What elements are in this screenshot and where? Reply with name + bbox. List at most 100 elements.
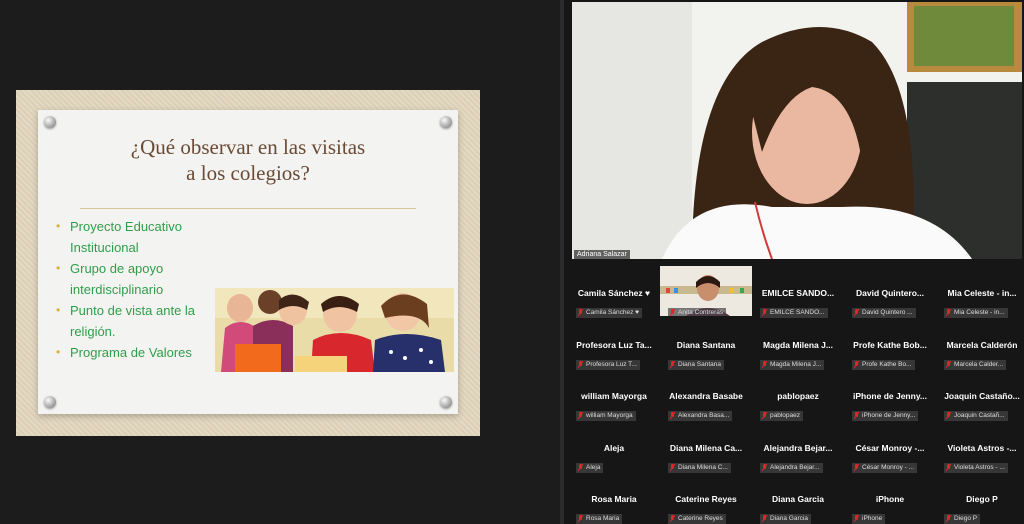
participant-tile[interactable]: EMILCE SANDO... EMILCE SANDO...: [752, 266, 844, 318]
participant-label: Camila Sánchez ♥: [576, 308, 642, 318]
participant-label-text: EMILCE SANDO...: [770, 309, 825, 316]
participant-name: Diego P: [966, 494, 998, 504]
slide-title-line: a los colegios?: [186, 161, 310, 185]
participant-tile[interactable]: Mia Celeste - in... Mia Celeste - in...: [936, 266, 1024, 318]
participant-name: Camila Sánchez ♥: [577, 288, 651, 298]
participant-tile[interactable]: iPhone iPhone: [844, 472, 936, 524]
bullet-item: • Punto de vista ante la religión.: [56, 300, 220, 342]
muted-mic-icon: [578, 515, 583, 523]
participant-name: iPhone: [875, 494, 905, 504]
muted-mic-icon: [946, 463, 951, 471]
participant-label-text: Diana Santana: [678, 360, 722, 368]
muted-mic-icon: [578, 309, 583, 317]
participant-label-text: Marcela Calder...: [954, 360, 1004, 368]
participant-tile[interactable]: Caterine Reyes Caterine Reyes: [660, 472, 752, 524]
participant-label: Diana Santana: [668, 359, 725, 370]
participant-label-text: pablopaez: [770, 412, 800, 419]
participant-label-text: Alexandra Basa...: [678, 412, 730, 419]
participant-label: David Quintero ...: [852, 308, 916, 318]
slide-title: ¿Qué observar en las visitas a los coleg…: [78, 134, 418, 186]
bullet-dot-icon: •: [56, 345, 61, 359]
participant-label-text: william Mayorga: [586, 412, 633, 419]
muted-mic-icon: [670, 309, 675, 316]
participant-label: pablopaez: [760, 411, 803, 421]
muted-mic-icon: [762, 309, 767, 317]
participant-label: iPhone: [852, 514, 886, 524]
participant-tile[interactable]: Violeta Astros -... Violeta Astros - ...: [936, 421, 1024, 473]
participant-tile[interactable]: Alejandra Bejar... Alejandra Bejar...: [752, 421, 844, 473]
gallery-pane: Adriana Salazar Camila Sánchez ♥ Camila S…: [564, 0, 1024, 524]
participant-name: Profe Kathe Bob...: [853, 339, 927, 350]
participant-label: EMILCE SANDO...: [760, 308, 828, 318]
participant-label-text: Profesora Luz T...: [586, 360, 637, 368]
participant-tile[interactable]: Diego P Diego P: [936, 472, 1024, 524]
participant-tile[interactable]: william Mayorga william Mayorga: [568, 369, 660, 421]
participant-label-text: David Quintero ...: [862, 309, 913, 316]
participant-name: Caterine Reyes: [675, 494, 737, 504]
participant-label: Magda Milena J...: [760, 359, 825, 370]
participant-tile[interactable]: Marcela Calderón Marcela Calder...: [936, 318, 1024, 370]
participant-name: Profesora Luz Ta...: [576, 339, 652, 350]
muted-mic-icon: [854, 309, 859, 317]
participant-tile[interactable]: pablopaez pablopaez: [752, 369, 844, 421]
participant-tile[interactable]: Magda Milena J... Magda Milena J...: [752, 318, 844, 370]
participant-name: Mia Celeste - in...: [947, 288, 1017, 298]
participant-tile[interactable]: Camila Sánchez ♥ Camila Sánchez ♥: [568, 266, 660, 318]
participant-name: Magda Milena J...: [763, 339, 833, 350]
participant-tile[interactable]: Diana Garcia Diana Garcia: [752, 472, 844, 524]
participant-label: Diego P: [944, 514, 981, 524]
participant-label: Anita Contreras: [668, 308, 727, 316]
participant-tile[interactable]: Joaquin Castaño... Joaquin Castañ...: [936, 369, 1024, 421]
participant-label: Marcela Calder...: [944, 359, 1007, 370]
slide-card: ¿Qué observar en las visitas a los coleg…: [38, 110, 458, 414]
participant-name: william Mayorga: [581, 391, 647, 401]
muted-mic-icon: [670, 463, 675, 471]
participant-name: Alexandra Basabe: [669, 391, 743, 401]
participant-label-text: Diana Garcia: [770, 515, 808, 522]
participant-label-text: Diego P: [954, 515, 978, 522]
participant-name: David Quintero...: [855, 288, 924, 298]
participant-label: Diana Milena C...: [668, 462, 731, 473]
pin-icon: [440, 116, 452, 128]
participant-name: EMILCE SANDO...: [761, 288, 835, 298]
participant-label-text: iPhone de Jenny...: [862, 412, 916, 419]
pin-icon: [44, 116, 56, 128]
participant-label: Alejandra Bejar...: [760, 462, 823, 473]
participant-label: César Monroy - ...: [852, 462, 918, 473]
muted-mic-icon: [762, 360, 767, 368]
participant-label: Rosa Maria: [576, 514, 623, 524]
participant-tile[interactable]: Profe Kathe Bob... Profe Kathe Bo...: [844, 318, 936, 370]
participant-tile[interactable]: Alexandra Basabe Alexandra Basa...: [660, 369, 752, 421]
participant-label: Caterine Reyes: [668, 514, 726, 524]
participant-name: César Monroy -...: [855, 442, 925, 453]
participant-tile[interactable]: Diana Milena Ca... Diana Milena C...: [660, 421, 752, 473]
muted-mic-icon: [670, 360, 675, 368]
title-divider: [80, 208, 416, 209]
participant-tile[interactable]: iPhone de Jenny... iPhone de Jenny...: [844, 369, 936, 421]
muted-mic-icon: [670, 515, 675, 523]
participant-tile[interactable]: Rosa Maria Rosa Maria: [568, 472, 660, 524]
participant-tile[interactable]: Diana Santana Diana Santana: [660, 318, 752, 370]
pin-icon: [44, 396, 56, 408]
active-speaker-video[interactable]: Adriana Salazar: [572, 2, 1022, 259]
participant-name: iPhone de Jenny...: [853, 391, 927, 401]
bullet-item: • Programa de Valores: [56, 342, 220, 363]
muted-mic-icon: [578, 463, 583, 471]
muted-mic-icon: [946, 515, 951, 523]
bullet-item: • Proyecto Educativo Institucional: [56, 216, 220, 258]
participant-label-text: Caterine Reyes: [678, 515, 723, 522]
participant-tile[interactable]: César Monroy -... César Monroy - ...: [844, 421, 936, 473]
participant-tile[interactable]: Anita Contreras: [660, 266, 752, 316]
participant-label-text: iPhone: [862, 515, 883, 522]
participant-tile[interactable]: David Quintero... David Quintero ...: [844, 266, 936, 318]
muted-mic-icon: [578, 360, 583, 368]
participant-name: Diana Santana: [676, 339, 736, 350]
participant-name: pablopaez: [777, 391, 819, 401]
participant-label-text: Profe Kathe Bo...: [862, 360, 912, 368]
participant-tile[interactable]: Profesora Luz Ta... Profesora Luz T...: [568, 318, 660, 370]
participant-label: iPhone de Jenny...: [852, 411, 919, 421]
muted-mic-icon: [854, 515, 859, 523]
participant-tile[interactable]: Aleja Aleja: [568, 421, 660, 473]
slide-bullet-list: • Proyecto Educativo Institucional • Grupo…: [56, 216, 220, 363]
speaker-name-tag: Adriana Salazar: [574, 250, 630, 259]
